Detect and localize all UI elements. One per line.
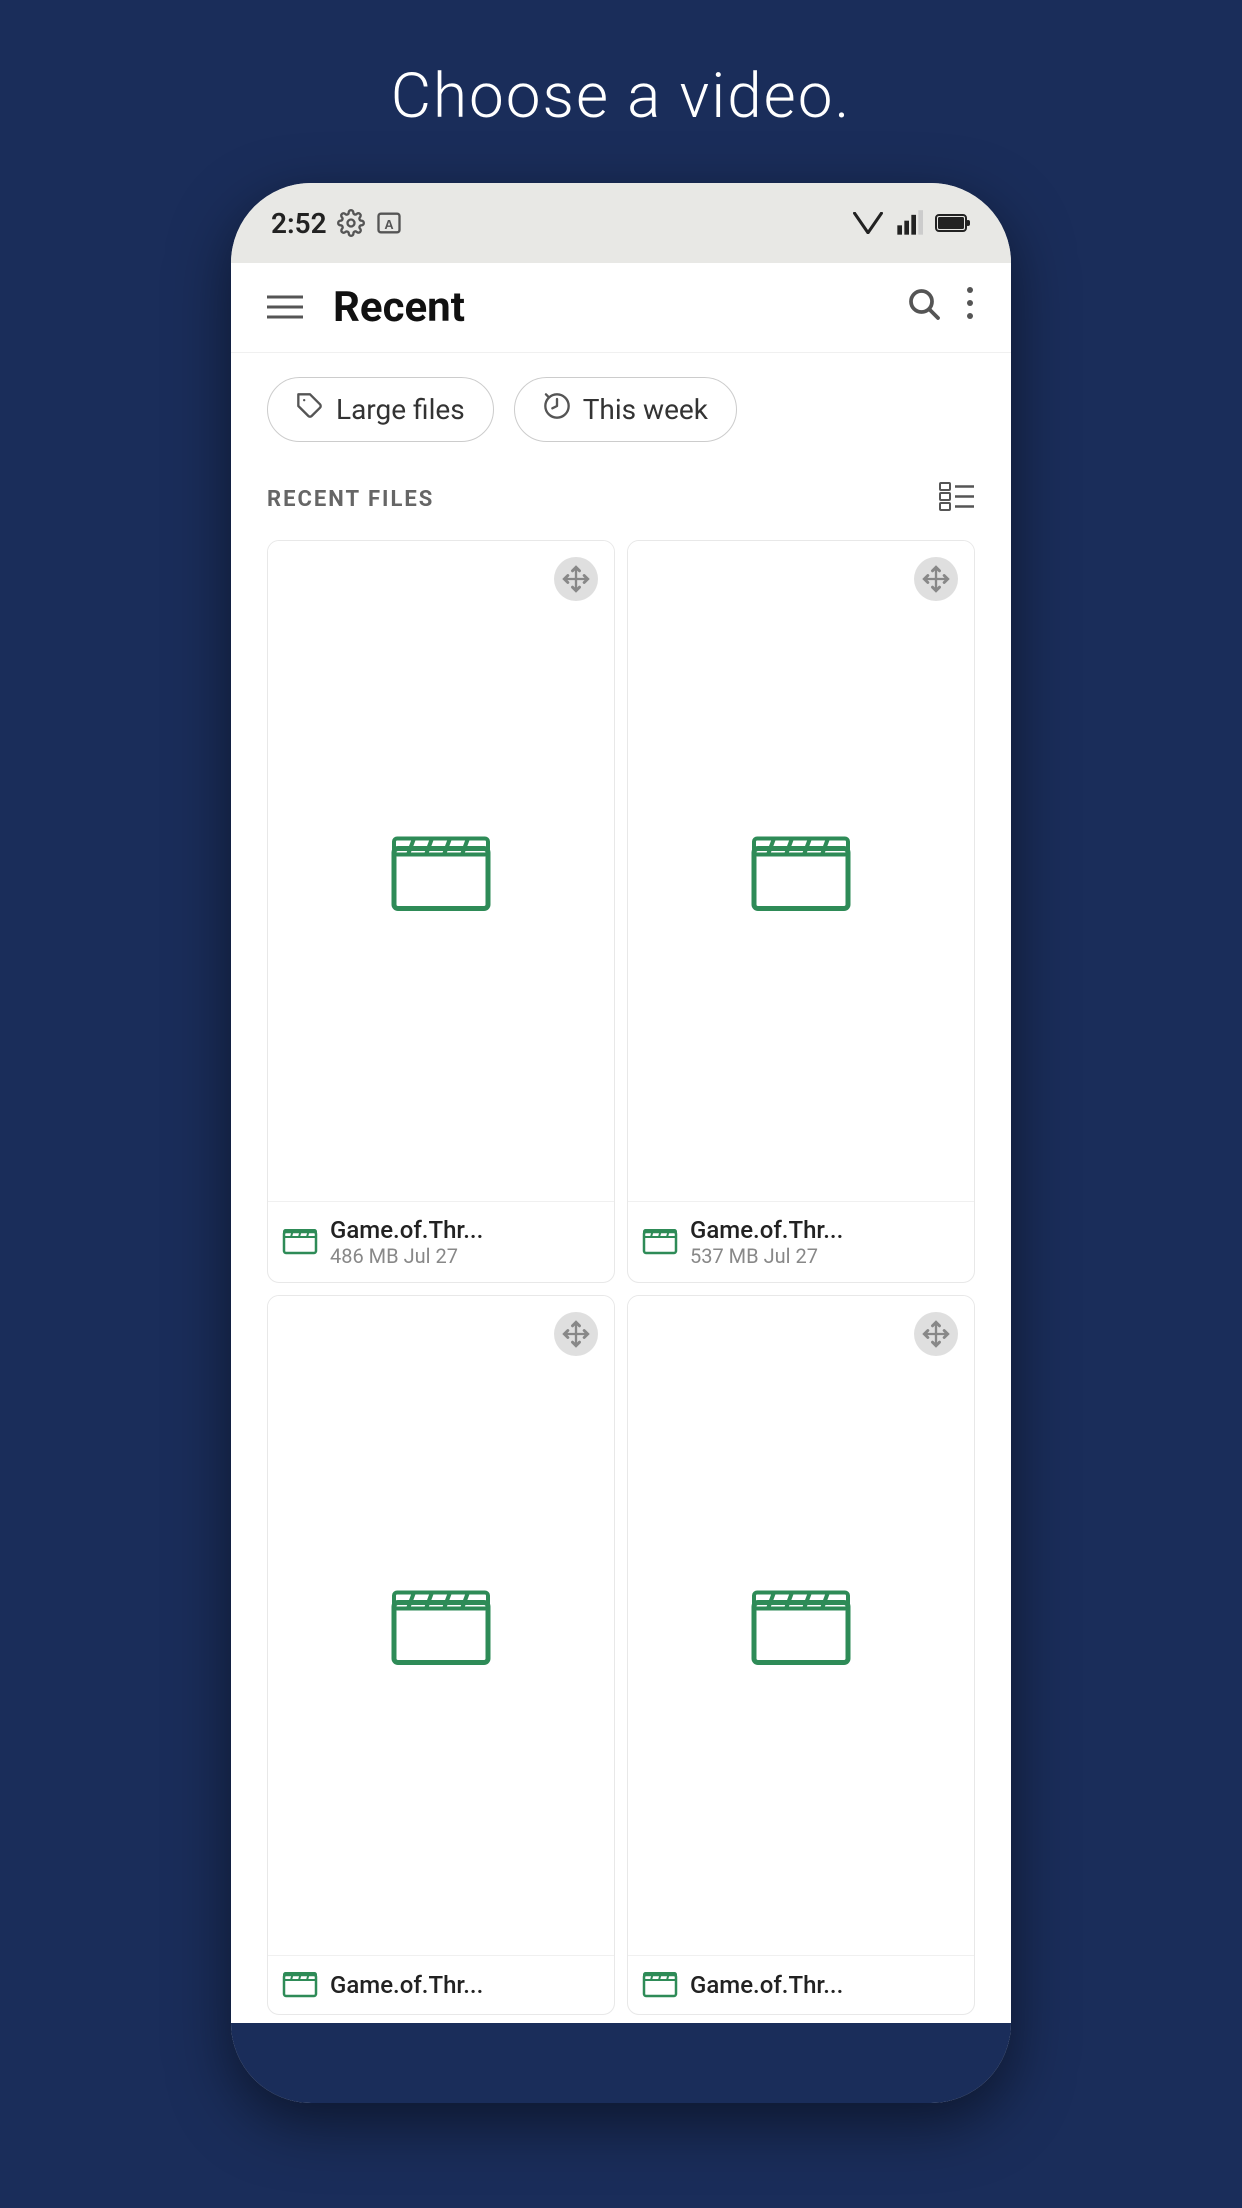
status-bar: 2:52 A (231, 183, 1011, 263)
tag-icon (296, 392, 324, 427)
file-details-4: Game.of.Thr... (690, 1971, 843, 1999)
file-card[interactable]: Game.of.Thr... (627, 1295, 975, 2016)
file-name-2: Game.of.Thr... (690, 1216, 843, 1244)
notch (511, 183, 731, 238)
screen-title: Recent (333, 283, 905, 332)
file-thumbnail-3 (268, 1296, 614, 1956)
menu-button[interactable] (267, 290, 303, 326)
file-card[interactable]: Game.of.Thr... 537 MB Jul 27 (627, 540, 975, 1283)
svg-text:A: A (384, 217, 393, 232)
drag-handle-1 (554, 557, 598, 601)
this-week-label: This week (583, 393, 708, 426)
file-info-3: Game.of.Thr... (268, 1955, 614, 2014)
app-header: Recent (231, 263, 1011, 353)
gear-icon (337, 209, 365, 237)
status-right (853, 209, 971, 237)
drag-handle-4 (914, 1312, 958, 1356)
large-files-chip[interactable]: Large files (267, 377, 494, 442)
file-card[interactable]: Game.of.Thr... 486 MB Jul 27 (267, 540, 615, 1283)
file-card[interactable]: Game.of.Thr... (267, 1295, 615, 2016)
phone-bottom-bar (231, 2023, 1011, 2103)
phone-screen: Recent (231, 263, 1011, 2023)
file-details-3: Game.of.Thr... (330, 1971, 483, 1999)
filter-bar: Large files This week (231, 353, 1011, 466)
grid-view-button[interactable] (939, 482, 975, 516)
drag-handle-2 (914, 557, 958, 601)
large-files-label: Large files (336, 393, 465, 426)
file-thumbnail-1 (268, 541, 614, 1201)
file-details-2: Game.of.Thr... 537 MB Jul 27 (690, 1216, 843, 1268)
file-meta-1: 486 MB Jul 27 (330, 1244, 483, 1268)
section-title: RECENT FILES (267, 487, 434, 512)
drag-handle-3 (554, 1312, 598, 1356)
file-name-1: Game.of.Thr... (330, 1216, 483, 1244)
font-icon: A (375, 209, 403, 237)
this-week-chip[interactable]: This week (514, 377, 737, 442)
file-info-1: Game.of.Thr... 486 MB Jul 27 (268, 1201, 614, 1282)
file-thumbnail-2 (628, 541, 974, 1201)
status-left: 2:52 A (271, 207, 403, 240)
file-info-4: Game.of.Thr... (628, 1955, 974, 2014)
file-details-1: Game.of.Thr... 486 MB Jul 27 (330, 1216, 483, 1268)
search-button[interactable] (905, 285, 941, 330)
signal-icon (895, 209, 923, 237)
page-title: Choose a video. (391, 60, 852, 133)
file-name-4: Game.of.Thr... (690, 1971, 843, 1999)
section-header: RECENT FILES (231, 466, 1011, 532)
file-meta-2: 537 MB Jul 27 (690, 1244, 843, 1268)
time-display: 2:52 (271, 207, 327, 240)
battery-icon (935, 212, 971, 234)
more-button[interactable] (965, 285, 975, 330)
files-grid: Game.of.Thr... 486 MB Jul 27 (231, 532, 1011, 2023)
file-thumbnail-4 (628, 1296, 974, 1956)
wifi-icon (853, 212, 883, 234)
phone-shell: 2:52 A (231, 183, 1011, 2103)
file-info-2: Game.of.Thr... 537 MB Jul 27 (628, 1201, 974, 1282)
history-icon (543, 392, 571, 427)
file-name-3: Game.of.Thr... (330, 1971, 483, 1999)
